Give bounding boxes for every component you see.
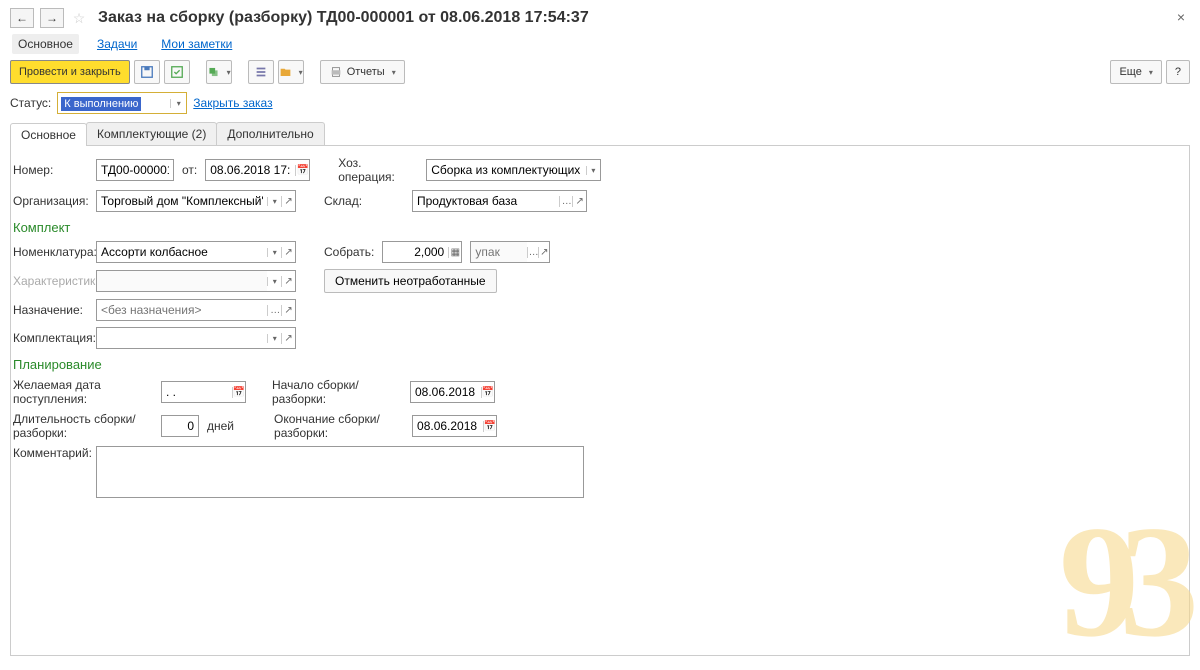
start-calendar-icon[interactable]: 📅 [481, 387, 494, 398]
kit-section-title: Комплект [13, 220, 1187, 235]
from-label: от: [182, 163, 197, 177]
more-button[interactable]: Еще [1110, 60, 1161, 84]
equip-dropdown-icon[interactable]: ▾ [267, 334, 281, 343]
nomen-dropdown-icon[interactable]: ▾ [267, 248, 281, 257]
assign-label: Назначение: [13, 303, 88, 317]
comment-textarea[interactable] [96, 446, 584, 498]
save-button[interactable] [134, 60, 160, 84]
nomen-input[interactable] [97, 242, 267, 262]
structure-button[interactable] [248, 60, 274, 84]
navtab-main[interactable]: Основное [12, 34, 79, 54]
folder-icon [279, 65, 292, 79]
create-based-on-button[interactable] [206, 60, 232, 84]
nomen-label: Номенклатура: [13, 245, 88, 259]
close-button[interactable]: × [1172, 8, 1190, 26]
org-label: Организация: [13, 194, 88, 208]
assign-open-icon[interactable]: ↗ [281, 305, 295, 316]
tab-main[interactable]: Основное [10, 123, 87, 146]
char-input [97, 271, 267, 291]
close-order-link[interactable]: Закрыть заказ [193, 96, 272, 110]
date-input[interactable] [206, 160, 295, 180]
list-icon [254, 65, 268, 79]
number-label: Номер: [13, 163, 88, 177]
nomen-open-icon[interactable]: ↗ [281, 247, 295, 258]
status-dropdown-icon[interactable]: ▾ [170, 99, 186, 108]
warehouse-input[interactable] [413, 191, 559, 211]
post-and-close-button[interactable]: Провести и закрыть [10, 60, 130, 84]
unit-input [471, 242, 527, 262]
forward-button[interactable]: → [40, 8, 64, 28]
start-date-input[interactable] [411, 382, 481, 402]
status-label: Статус: [10, 96, 51, 110]
print-icon [329, 65, 343, 79]
duration-label: Длительность сборки/разборки: [13, 412, 153, 440]
reports-label: Отчеты [347, 66, 385, 78]
end-label: Окончание сборки/разборки: [274, 412, 404, 440]
status-select[interactable]: К выполнению [58, 96, 141, 111]
warehouse-open-icon[interactable]: ↗ [572, 196, 586, 207]
post-icon [170, 65, 184, 79]
back-button[interactable]: ← [10, 8, 34, 28]
equip-label: Комплектация: [13, 331, 88, 345]
hozop-label: Хоз. операция: [338, 156, 418, 184]
reports-button[interactable]: Отчеты [320, 60, 405, 84]
assign-dots-icon[interactable]: … [267, 305, 281, 316]
start-label: Начало сборки/разборки: [272, 378, 402, 406]
org-open-icon[interactable]: ↗ [281, 196, 295, 207]
duration-unit: дней [207, 419, 234, 433]
status-value: К выполнению [61, 97, 141, 111]
collect-input[interactable] [383, 242, 448, 262]
help-button[interactable]: ? [1166, 60, 1190, 84]
char-dropdown-icon[interactable]: ▾ [267, 277, 281, 286]
save-icon [140, 65, 154, 79]
desired-date-label: Желаемая дата поступления: [13, 378, 153, 406]
desired-date-calendar-icon[interactable]: 📅 [232, 387, 245, 398]
assign-input[interactable] [97, 300, 267, 320]
desired-date-input[interactable] [162, 382, 232, 402]
attach-button[interactable] [278, 60, 304, 84]
navtab-notes[interactable]: Мои заметки [155, 34, 238, 54]
org-dropdown-icon[interactable]: ▾ [267, 197, 281, 206]
tab-additional[interactable]: Дополнительно [216, 122, 324, 145]
calendar-icon[interactable]: 📅 [295, 165, 309, 176]
duration-input[interactable] [161, 415, 199, 437]
link-icon [207, 65, 220, 79]
org-input[interactable] [97, 191, 267, 211]
end-date-input[interactable] [413, 416, 483, 436]
post-button[interactable] [164, 60, 190, 84]
number-input[interactable] [96, 159, 174, 181]
unit-open-icon[interactable]: ↗ [538, 247, 549, 258]
page-title: Заказ на сборку (разборку) ТД00-000001 о… [98, 9, 589, 27]
comment-label: Комментарий: [13, 446, 88, 460]
collect-calc-icon[interactable]: ▦ [448, 247, 461, 258]
planning-section-title: Планирование [13, 357, 1187, 372]
hozop-dropdown-icon[interactable]: ▾ [586, 166, 601, 175]
equip-open-icon[interactable]: ↗ [281, 333, 295, 344]
favorite-icon[interactable]: ☆ [70, 9, 88, 27]
tab-components[interactable]: Комплектующие (2) [86, 122, 217, 145]
watermark: 93 [1059, 517, 1179, 645]
char-open-icon[interactable]: ↗ [281, 276, 295, 287]
char-label: Характеристика: [13, 274, 88, 288]
cancel-unprocessed-button[interactable]: Отменить неотработанные [324, 269, 497, 293]
navtab-tasks[interactable]: Задачи [91, 34, 143, 54]
unit-dots-icon[interactable]: … [527, 247, 538, 258]
collect-label: Собрать: [324, 245, 374, 259]
equip-input[interactable] [97, 328, 267, 348]
hozop-input[interactable] [427, 160, 585, 180]
warehouse-dots-icon[interactable]: … [559, 196, 573, 207]
end-calendar-icon[interactable]: 📅 [483, 421, 496, 432]
warehouse-label: Склад: [324, 194, 404, 208]
